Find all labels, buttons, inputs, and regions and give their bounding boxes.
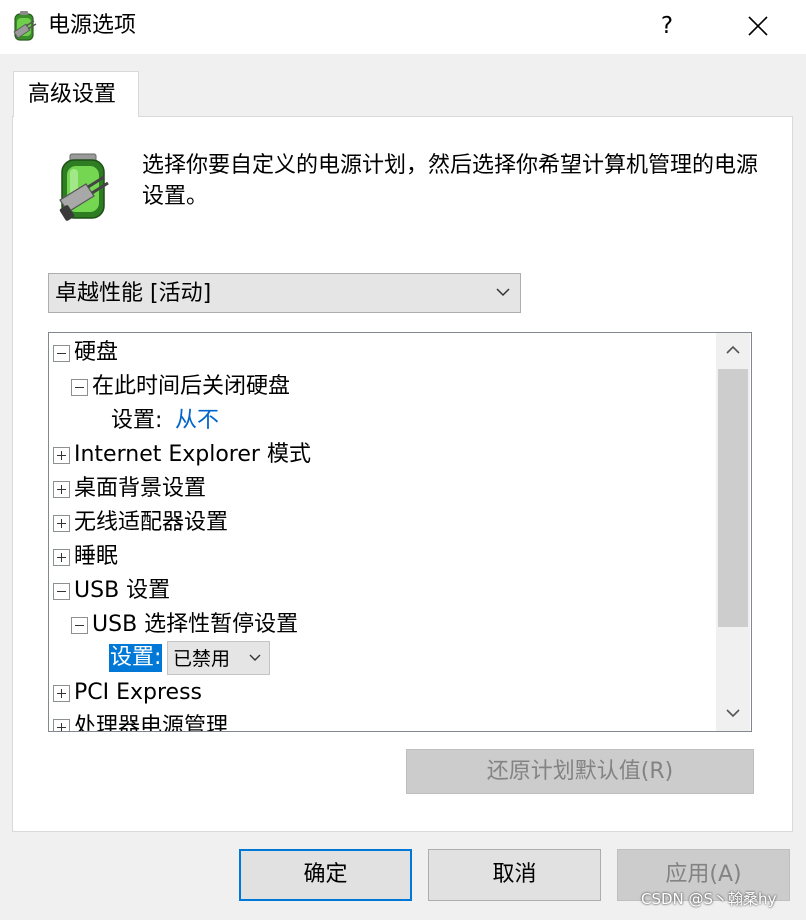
close-icon	[748, 16, 768, 36]
cancel-button[interactable]: 取消	[428, 849, 601, 901]
ok-button[interactable]: 确定	[239, 849, 412, 901]
close-button[interactable]	[730, 6, 786, 46]
usb-suspend-dropdown[interactable]: 已禁用	[167, 641, 270, 675]
expand-icon[interactable]	[53, 549, 70, 566]
tree-item-label: Internet Explorer 模式	[74, 442, 311, 467]
scrollbar-thumb[interactable]	[718, 369, 748, 627]
tree-item-label: 处理器电源管理	[74, 714, 229, 732]
collapse-icon[interactable]	[71, 379, 88, 396]
battery-plug-icon	[56, 150, 122, 226]
help-button[interactable]: ?	[645, 6, 689, 46]
chevron-down-icon	[249, 654, 261, 661]
usb-suspend-value: 已禁用	[173, 648, 231, 670]
expand-icon[interactable]	[53, 719, 70, 731]
expand-icon[interactable]	[53, 447, 70, 464]
power-options-icon	[10, 10, 40, 44]
setting-label-selected: 设置:	[109, 644, 163, 672]
collapse-icon[interactable]	[53, 345, 70, 362]
power-plan-value: 卓越性能 [活动]	[55, 281, 212, 306]
settings-tree[interactable]: 硬盘 在此时间后关闭硬盘 设置: 从不 Internet Explorer 模式…	[48, 332, 752, 732]
tree-item-label: 睡眠	[74, 544, 119, 569]
setting-label: 设置:	[111, 408, 163, 433]
chevron-down-icon	[726, 709, 740, 718]
tree-item-label: 无线适配器设置	[74, 510, 229, 535]
tree-item-label: 硬盘	[74, 340, 119, 365]
tab-label: 高级设置	[28, 82, 117, 107]
title-bar: 电源选项 ?	[0, 0, 806, 54]
watermark-text: CSDN @S丶翰桑hy	[641, 890, 777, 908]
expand-icon[interactable]	[53, 515, 70, 532]
tree-scrollbar[interactable]	[716, 333, 750, 731]
power-plan-dropdown[interactable]: 卓越性能 [活动]	[48, 273, 521, 313]
chevron-up-icon	[726, 345, 740, 354]
tree-item-label: USB 选择性暂停设置	[92, 612, 299, 637]
window-title: 电源选项	[48, 13, 137, 38]
tree-item-label: 在此时间后关闭硬盘	[92, 374, 291, 399]
collapse-icon[interactable]	[53, 583, 70, 600]
setting-value-link[interactable]: 从不	[175, 407, 219, 435]
tree-item-label: USB 设置	[74, 578, 171, 603]
description-text: 选择你要自定义的电源计划，然后选择你希望计算机管理的电源设置。	[142, 153, 759, 209]
chevron-down-icon	[496, 288, 510, 297]
expand-icon[interactable]	[53, 481, 70, 498]
expand-icon[interactable]	[53, 685, 70, 702]
restore-defaults-button[interactable]: 还原计划默认值(R)	[406, 749, 754, 794]
tree-item-label: 桌面背景设置	[74, 476, 207, 501]
scroll-up-button[interactable]	[716, 333, 750, 367]
tab-advanced-settings[interactable]: 高级设置	[13, 71, 139, 117]
scroll-down-button[interactable]	[716, 697, 750, 731]
collapse-icon[interactable]	[71, 617, 88, 634]
tree-item-label: PCI Express	[74, 680, 203, 705]
